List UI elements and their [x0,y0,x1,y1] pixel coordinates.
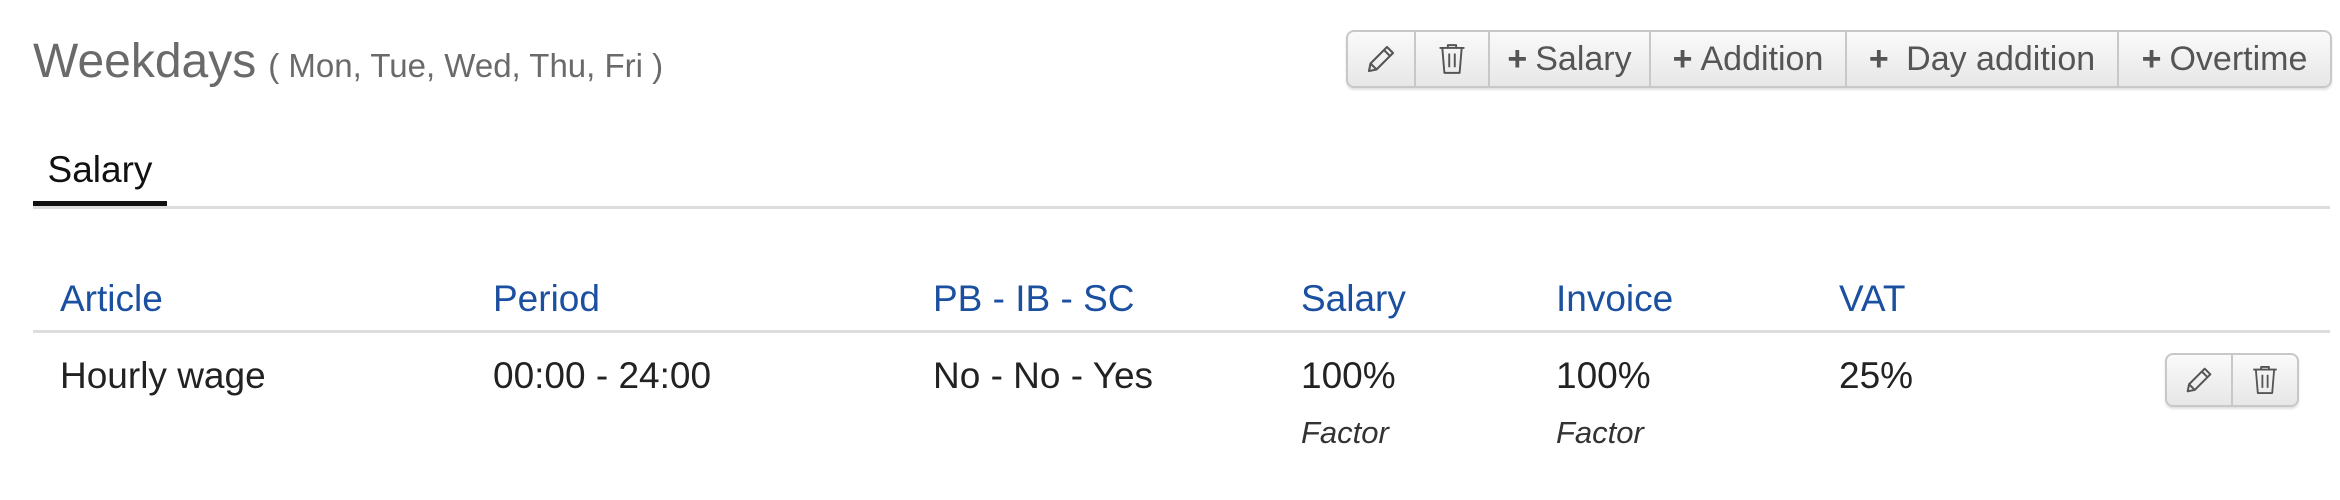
column-header-salary[interactable]: Salary [1301,278,1406,320]
column-header-pb-ib-sc[interactable]: PB - IB - SC [933,278,1134,320]
add-salary-label: Salary [1535,39,1632,78]
edit-row-button[interactable] [2167,355,2233,405]
pencil-icon [1363,41,1399,77]
page-title: Weekdays [33,35,257,88]
column-header-period[interactable]: Period [493,278,600,320]
pencil-icon [2182,363,2216,397]
delete-row-button[interactable] [2233,355,2297,405]
plus-icon: + [1868,39,1889,78]
trash-icon [1435,41,1469,77]
cell-salary: 100% [1301,355,1396,396]
trash-icon [2249,363,2281,397]
add-overtime-button[interactable]: + Overtime [2119,32,2330,86]
table-row: Hourly wage 00:00 - 24:00 No - No - Yes … [33,333,2330,453]
add-addition-label: Addition [1700,39,1824,78]
cell-article: Hourly wage [60,355,266,396]
page-subtitle-days: ( Mon, Tue, Wed, Thu, Fri ) [268,47,664,84]
delete-schedule-button[interactable] [1416,32,1490,86]
column-header-invoice[interactable]: Invoice [1556,278,1673,320]
cell-invoice: 100% [1556,355,1651,396]
add-day-addition-button[interactable]: + Day addition [1847,32,2119,86]
column-header-vat[interactable]: VAT [1839,278,1905,320]
row-actions [2165,353,2299,407]
page-header: Weekdays ( Mon, Tue, Wed, Thu, Fri ) [33,34,663,89]
column-header-article[interactable]: Article [60,278,163,320]
plus-icon: + [2141,39,2162,78]
cell-salary-unit: Factor [1301,415,1389,450]
tab-bar: Salary [33,144,2330,209]
cell-invoice-unit: Factor [1556,415,1644,450]
cell-vat: 25% [1839,355,1914,396]
tab-salary[interactable]: Salary [33,144,167,206]
cell-period: 00:00 - 24:00 [493,355,712,396]
plus-icon: + [1672,39,1693,78]
table-header-row: Article Period PB - IB - SC Salary Invoi… [33,268,2330,333]
plus-icon: + [1507,39,1528,78]
add-day-addition-label: Day addition [1896,39,2096,78]
salary-table: Article Period PB - IB - SC Salary Invoi… [33,268,2330,453]
add-overtime-label: Overtime [2169,39,2308,78]
add-salary-button[interactable]: + Salary [1490,32,1651,86]
cell-pb-ib-sc: No - No - Yes [933,355,1154,396]
add-addition-button[interactable]: + Addition [1651,32,1847,86]
edit-schedule-button[interactable] [1348,32,1416,86]
header-toolbar: + Salary + Addition + Day addition + Ove… [1346,30,2332,88]
